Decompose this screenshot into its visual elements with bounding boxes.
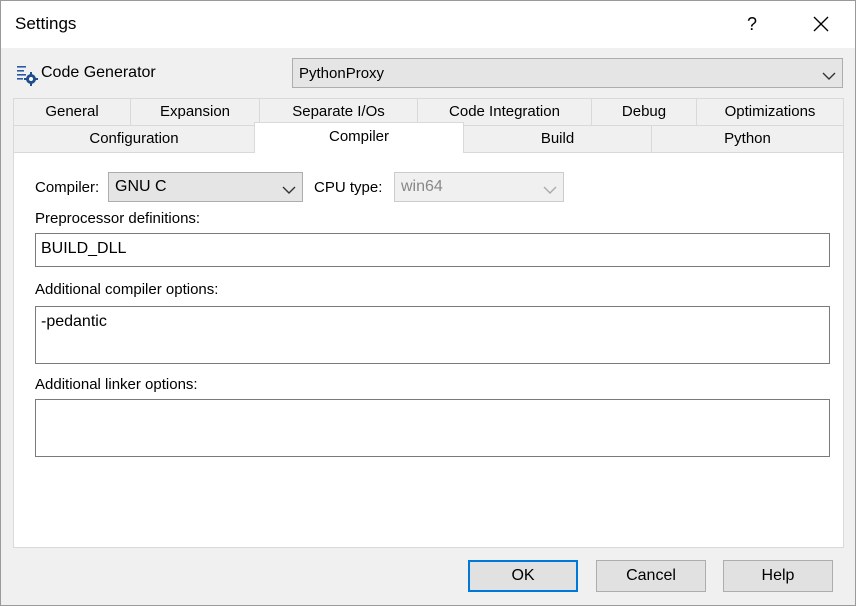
close-icon[interactable] <box>807 9 835 39</box>
tab-configuration[interactable]: Configuration <box>13 125 255 152</box>
compiler-select[interactable]: GNU C <box>108 172 303 202</box>
cancel-button[interactable]: Cancel <box>596 560 706 592</box>
tab-expansion[interactable]: Expansion <box>130 98 260 125</box>
chevron-down-icon <box>282 182 296 199</box>
tab-label: Optimizations <box>724 103 816 120</box>
tab-build[interactable]: Build <box>463 125 652 152</box>
chevron-down-icon <box>822 68 836 85</box>
code-generator-select[interactable]: PythonProxy <box>292 58 843 88</box>
window-title: Settings <box>15 14 77 33</box>
title-help-button[interactable]: ? <box>739 11 765 37</box>
tab-label: Expansion <box>159 103 231 120</box>
tab-label: Compiler <box>328 128 389 145</box>
additional-compiler-options-value: -pedantic <box>41 313 107 330</box>
preprocessor-definitions-label: Preprocessor definitions: <box>35 210 201 227</box>
tab-compiler[interactable]: Compiler <box>254 122 464 153</box>
tab-python[interactable]: Python <box>651 125 844 152</box>
code-generator-icon <box>16 64 38 86</box>
preprocessor-definitions-value: BUILD_DLL <box>41 240 127 257</box>
tab-label: Debug <box>621 103 667 120</box>
cpu-type-label: CPU type: <box>314 179 383 196</box>
compiler-tab-panel: Compiler: GNU C CPU type: win64 Preproce… <box>13 152 844 548</box>
code-generator-row: Code Generator PythonProxy <box>1 48 855 98</box>
tab-code-integration[interactable]: Code Integration <box>417 98 592 125</box>
tab-label: Build <box>540 130 575 147</box>
additional-compiler-options-label: Additional compiler options: <box>35 281 219 298</box>
tab-debug[interactable]: Debug <box>591 98 697 125</box>
chevron-down-icon <box>543 182 557 199</box>
compiler-value: GNU C <box>115 178 167 195</box>
additional-linker-options-input[interactable] <box>35 399 830 457</box>
title-bar: Settings ? <box>1 1 855 48</box>
tab-label: Code Integration <box>449 103 560 120</box>
tab-label: Separate I/Os <box>292 103 385 120</box>
tab-optimizations[interactable]: Optimizations <box>696 98 844 125</box>
help-button[interactable]: Help <box>723 560 833 592</box>
ok-button[interactable]: OK <box>468 560 578 592</box>
compiler-label: Compiler: <box>35 179 100 196</box>
settings-dialog: Settings ? Code Generator PythonProxy Ge… <box>0 0 856 606</box>
code-generator-value: PythonProxy <box>299 65 385 82</box>
tab-label: General <box>45 103 99 120</box>
code-generator-label: Code Generator <box>41 64 156 81</box>
cpu-type-select: win64 <box>394 172 564 202</box>
preprocessor-definitions-input[interactable]: BUILD_DLL <box>35 233 830 267</box>
tab-general[interactable]: General <box>13 98 131 125</box>
additional-compiler-options-input[interactable]: -pedantic <box>35 306 830 364</box>
additional-linker-options-label: Additional linker options: <box>35 376 198 393</box>
tab-separate-ios[interactable]: Separate I/Os <box>259 98 418 125</box>
tab-label: Configuration <box>89 130 179 147</box>
tab-label: Python <box>724 130 771 147</box>
cpu-type-value: win64 <box>401 178 443 195</box>
